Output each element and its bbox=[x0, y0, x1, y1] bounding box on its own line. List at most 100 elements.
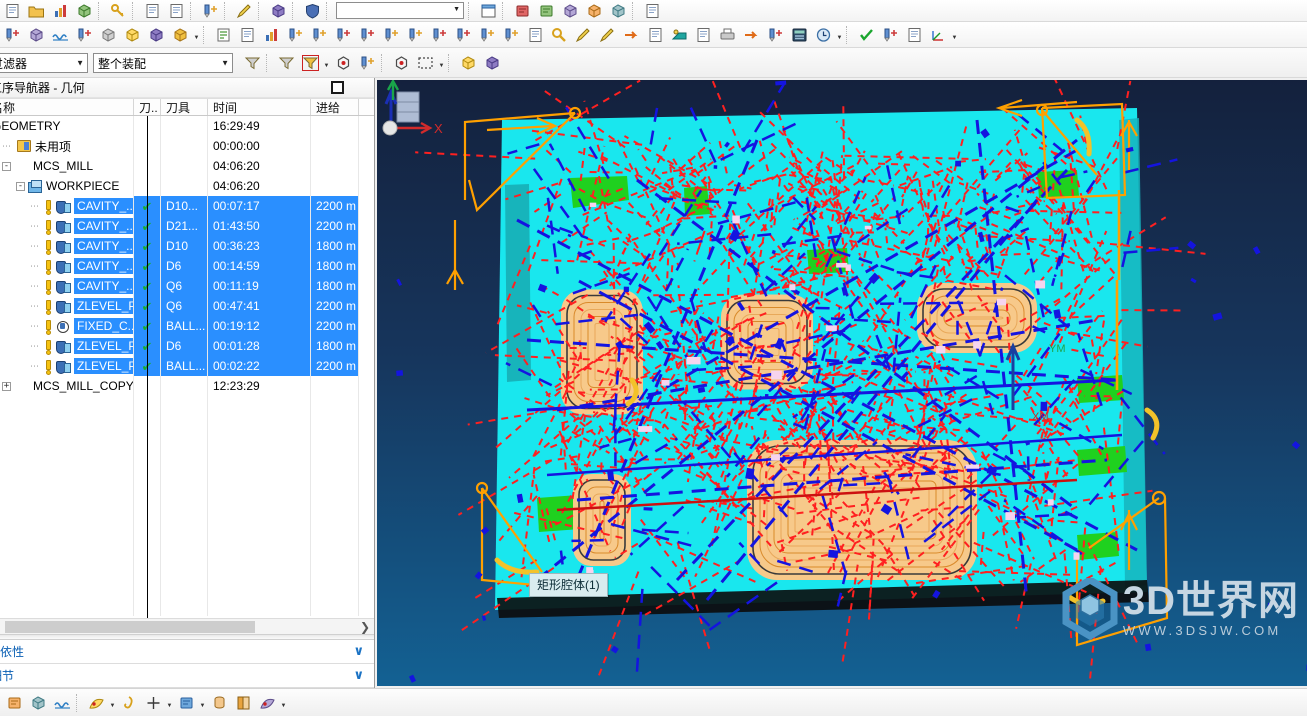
chevron-down-icon[interactable] bbox=[950, 26, 959, 44]
graphics-viewport[interactable]: YM XM 矩形腔体(1) X 3D世界网 WWW.3DSJW.COM bbox=[377, 80, 1307, 686]
plate-icon[interactable] bbox=[558, 1, 582, 21]
import-icon[interactable] bbox=[619, 25, 643, 45]
dock-button[interactable] bbox=[331, 81, 344, 94]
body-icon[interactable] bbox=[456, 53, 480, 73]
grid-sheet-icon[interactable] bbox=[523, 25, 547, 45]
hook-icon[interactable] bbox=[117, 693, 141, 713]
tool-plunge-icon[interactable] bbox=[403, 25, 427, 45]
tree-column-header-time[interactable]: 时间 bbox=[208, 99, 311, 115]
sunburst-box-icon[interactable] bbox=[24, 25, 48, 45]
calculator-icon[interactable] bbox=[787, 25, 811, 45]
tool-copy2-icon[interactable] bbox=[355, 25, 379, 45]
plus-icon[interactable] bbox=[141, 693, 165, 713]
tool-holder-icon[interactable] bbox=[763, 25, 787, 45]
extrude-icon[interactable] bbox=[534, 1, 558, 21]
snap-tool-icon[interactable] bbox=[355, 53, 379, 73]
tree-column-header-tool[interactable]: 刀具 bbox=[161, 99, 208, 115]
pages-icon[interactable] bbox=[643, 25, 667, 45]
cut-icon[interactable] bbox=[510, 1, 534, 21]
tree-item-name-cell[interactable]: ⋯ CAVITY_... bbox=[0, 276, 134, 296]
tree-item-name-cell[interactable]: ⋯ CAVITY_... bbox=[0, 196, 134, 216]
filter-gray-icon[interactable] bbox=[274, 53, 298, 73]
pen-icon[interactable] bbox=[232, 1, 256, 21]
table-row[interactable]: ⋯ZLEVEL_P...✔BALL...00:02:222200 m bbox=[0, 356, 374, 376]
scope-dropdown[interactable]: 整个装配 ▼ bbox=[93, 53, 233, 73]
move-box-icon[interactable] bbox=[120, 25, 144, 45]
chevron-down-icon[interactable] bbox=[192, 26, 201, 44]
shield-icon[interactable] bbox=[300, 1, 324, 21]
clock-icon[interactable] bbox=[811, 25, 835, 45]
book-icon[interactable] bbox=[231, 693, 255, 713]
gear-page-icon[interactable] bbox=[691, 25, 715, 45]
chart-icon[interactable] bbox=[48, 1, 72, 21]
tree-item-name-cell[interactable]: ⋯ ZLEVEL_P... bbox=[0, 356, 134, 376]
scroll-right-arrow[interactable]: ❯ bbox=[360, 619, 370, 635]
colorful-fan-icon[interactable] bbox=[84, 693, 108, 713]
burst-arrow-icon[interactable] bbox=[72, 25, 96, 45]
tree-item-name-cell[interactable]: ⋯ ZLEVEL_P... bbox=[0, 296, 134, 316]
table-row[interactable]: GEOMETRY 16:29:49 bbox=[0, 116, 374, 136]
copy-doc-icon[interactable] bbox=[164, 1, 188, 21]
pencil-icon[interactable] bbox=[595, 25, 619, 45]
axis-icon[interactable] bbox=[926, 25, 950, 45]
tree-item-name-cell[interactable]: ⋯ CAVITY_... bbox=[0, 236, 134, 256]
chevron-down-icon[interactable] bbox=[279, 694, 288, 712]
tool-machine-icon[interactable] bbox=[475, 25, 499, 45]
chevron-down-icon[interactable] bbox=[835, 26, 844, 44]
table-row[interactable]: ⋯ZLEVEL_P...✔D600:01:281800 m bbox=[0, 336, 374, 356]
tool-burst-icon[interactable] bbox=[283, 25, 307, 45]
hex-point-icon[interactable] bbox=[389, 53, 413, 73]
cylinder-icon[interactable] bbox=[207, 693, 231, 713]
table-row[interactable]: - MCS_MILL 04:06:20 bbox=[0, 156, 374, 176]
collapse-icon[interactable]: - bbox=[2, 161, 11, 171]
spreadsheet-icon[interactable] bbox=[902, 25, 926, 45]
chevron-down-icon[interactable] bbox=[108, 694, 117, 712]
table-row[interactable]: ⋯CAVITY_...✔D21...01:43:502200 m bbox=[0, 216, 374, 236]
table-row[interactable]: ⋯CAVITY_...✔D1000:36:231800 m bbox=[0, 236, 374, 256]
chevron-down-icon[interactable] bbox=[198, 694, 207, 712]
tree-item-name-cell[interactable]: ⋯ FIXED_C... bbox=[0, 316, 134, 336]
wrench-tool-icon[interactable] bbox=[198, 1, 222, 21]
table-row[interactable]: ⋯CAVITY_...✔D600:14:591800 m bbox=[0, 256, 374, 276]
clipboard-list-icon[interactable] bbox=[235, 25, 259, 45]
sync-arrows-icon[interactable] bbox=[739, 25, 763, 45]
blue-bars-icon[interactable] bbox=[259, 25, 283, 45]
tree-item-name-cell[interactable]: ⋯ CAVITY_... bbox=[0, 216, 134, 236]
chevron-down-icon[interactable] bbox=[165, 694, 174, 712]
filter-dropdown[interactable]: 过滤器 ▼ bbox=[0, 53, 88, 73]
table-row[interactable]: + MCS_MILL_COPY 12:23:29 bbox=[0, 376, 374, 396]
open-folder-icon[interactable] bbox=[24, 1, 48, 21]
tool-step-icon[interactable] bbox=[307, 25, 331, 45]
magnifier-wrench-icon[interactable] bbox=[547, 25, 571, 45]
table-row[interactable]: ⋯FIXED_C...✔BALL...00:19:122200 m bbox=[0, 316, 374, 336]
blue-cube-active-icon[interactable] bbox=[26, 693, 50, 713]
table-row[interactable]: ⋯ZLEVEL_P...✔Q600:47:412200 m bbox=[0, 296, 374, 316]
filter-active-icon[interactable] bbox=[298, 53, 322, 73]
document-icon[interactable] bbox=[140, 1, 164, 21]
gray-box-icon[interactable] bbox=[606, 1, 630, 21]
printer-icon[interactable] bbox=[715, 25, 739, 45]
tree-insert-icon[interactable] bbox=[211, 25, 235, 45]
chevron-down-icon[interactable] bbox=[322, 54, 331, 72]
section-details[interactable]: 细节 ∨ bbox=[0, 664, 374, 688]
wire-cube-icon[interactable] bbox=[96, 25, 120, 45]
assembly-filter-icon[interactable] bbox=[240, 53, 264, 73]
tree-item-name-cell[interactable]: ⋯ ZLEVEL_P... bbox=[0, 336, 134, 356]
tree-item-name-cell[interactable]: ⋯ 未用项 bbox=[0, 136, 134, 156]
part-icon[interactable] bbox=[2, 693, 26, 713]
tool-conveyor-icon[interactable] bbox=[499, 25, 523, 45]
expand-icon[interactable]: + bbox=[2, 381, 11, 391]
explode-icon[interactable] bbox=[255, 693, 279, 713]
solid-blue-icon[interactable] bbox=[266, 1, 290, 21]
wave-icon[interactable] bbox=[50, 693, 74, 713]
operation-tree[interactable]: GEOMETRY16:29:49⋯未用项00:00:00-MCS_MILL04:… bbox=[0, 116, 374, 618]
tree-item-name-cell[interactable]: GEOMETRY bbox=[0, 116, 134, 136]
tree-column-header-tool_c[interactable]: 刀.. bbox=[134, 99, 161, 115]
page-icon[interactable] bbox=[640, 1, 664, 21]
surface-icon[interactable] bbox=[667, 25, 691, 45]
tool-step2-icon[interactable] bbox=[451, 25, 475, 45]
window-icon[interactable] bbox=[476, 1, 500, 21]
collapse-icon[interactable]: - bbox=[16, 181, 25, 191]
wave-icon[interactable] bbox=[48, 25, 72, 45]
table-row[interactable]: ⋯ 未用项 00:00:00 bbox=[0, 136, 374, 156]
